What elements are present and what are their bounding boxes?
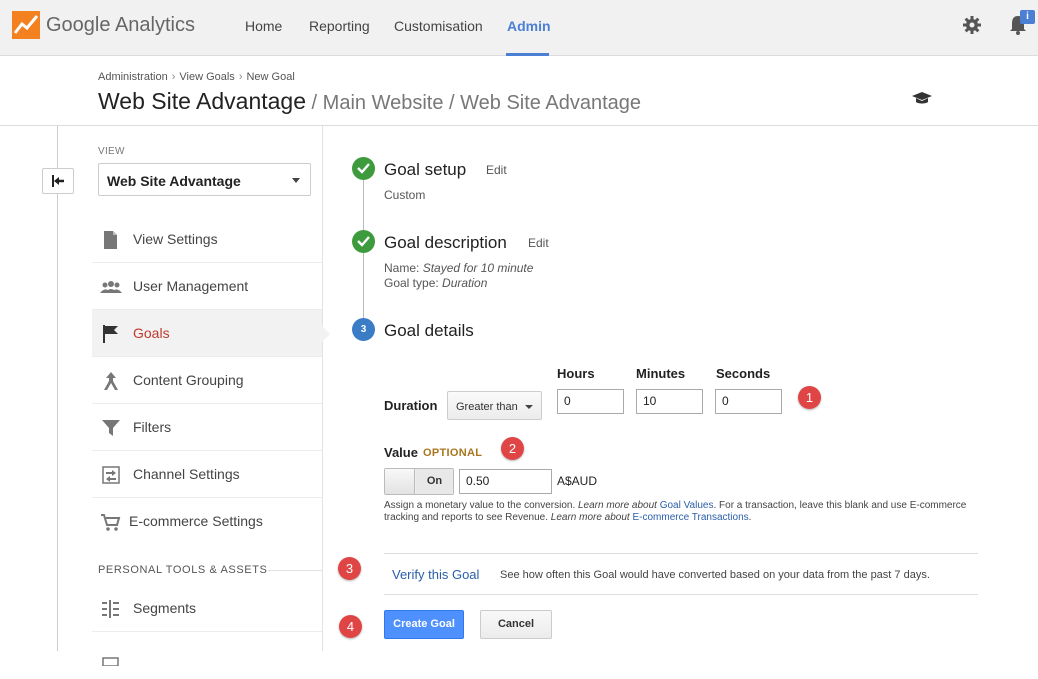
annotation-marker-2: 2 bbox=[501, 437, 524, 460]
section-label-personal-tools: PERSONAL TOOLS & ASSETS bbox=[98, 564, 268, 576]
create-goal-button[interactable]: Create Goal bbox=[384, 610, 464, 639]
sidebar-item-ecommerce-settings[interactable]: E-commerce Settings bbox=[92, 498, 322, 545]
top-bar: Google Analytics Home Reporting Customis… bbox=[0, 0, 1038, 56]
step-number-badge: 3 bbox=[352, 318, 375, 341]
back-button[interactable] bbox=[42, 168, 74, 194]
divider bbox=[384, 594, 978, 595]
sidebar-item-filters[interactable]: Filters bbox=[92, 404, 322, 451]
hours-label: Hours bbox=[557, 366, 595, 381]
ecommerce-transactions-link[interactable]: E-commerce Transactions bbox=[632, 512, 748, 523]
users-icon bbox=[100, 281, 122, 293]
verify-goal-description: See how often this Goal would have conve… bbox=[500, 569, 930, 581]
nav-home[interactable]: Home bbox=[245, 18, 282, 34]
breadcrumb: Administration › View Goals › New Goal bbox=[98, 71, 295, 83]
value-amount-input[interactable]: 0.50 bbox=[459, 469, 552, 494]
annotation-icon bbox=[102, 657, 119, 666]
goal-setup-edit-link[interactable]: Edit bbox=[486, 163, 507, 177]
divider bbox=[384, 553, 978, 554]
sidebar-item-segments[interactable]: Segments bbox=[92, 585, 322, 632]
value-optional-tag: OPTIONAL bbox=[423, 447, 483, 459]
sidebar-item-content-grouping[interactable]: Content Grouping bbox=[92, 357, 322, 404]
section-divider bbox=[268, 570, 322, 571]
sidebar-item-view-settings[interactable]: View Settings bbox=[92, 216, 322, 263]
sidebar-item-channel-settings[interactable]: Channel Settings bbox=[92, 451, 322, 498]
goal-description-edit-link[interactable]: Edit bbox=[528, 236, 549, 250]
google-analytics-logo-icon[interactable] bbox=[12, 11, 40, 39]
goal-name-line: Name: Stayed for 10 minute bbox=[384, 261, 534, 275]
cancel-button[interactable]: Cancel bbox=[480, 610, 552, 639]
duration-label: Duration bbox=[384, 398, 438, 413]
page-title: Web Site Advantage / Main Website / Web … bbox=[98, 88, 641, 114]
nav-customisation[interactable]: Customisation bbox=[394, 18, 483, 34]
brand-name[interactable]: Google Analytics bbox=[46, 14, 195, 37]
sidebar-item-annotations-partial[interactable] bbox=[92, 632, 322, 679]
nav-reporting[interactable]: Reporting bbox=[309, 18, 370, 34]
seconds-input[interactable]: 0 bbox=[715, 389, 782, 414]
gear-icon[interactable] bbox=[962, 15, 982, 35]
caret-down-icon bbox=[525, 405, 533, 409]
timeline-line bbox=[57, 126, 58, 168]
nav-admin[interactable]: Admin bbox=[507, 18, 551, 34]
nav-active-indicator bbox=[506, 53, 549, 56]
breadcrumb-administration[interactable]: Administration bbox=[98, 71, 168, 83]
sidebar-item-goals[interactable]: Goals bbox=[92, 310, 322, 357]
toggle-state: On bbox=[416, 469, 453, 494]
breadcrumb-new-goal: New Goal bbox=[246, 71, 295, 83]
annotation-marker-1: 1 bbox=[798, 386, 821, 409]
step-goal-details-title: Goal details bbox=[384, 321, 474, 340]
step-goal-setup-title: Goal setup bbox=[384, 160, 467, 179]
annotation-marker-4: 4 bbox=[339, 615, 362, 638]
minutes-input[interactable]: 10 bbox=[636, 389, 703, 414]
step-connector bbox=[363, 253, 364, 323]
step-complete-icon bbox=[352, 157, 375, 180]
annotation-marker-3: 3 bbox=[338, 557, 361, 580]
timeline-line bbox=[57, 194, 58, 651]
sidebar-item-user-management[interactable]: User Management bbox=[92, 263, 322, 310]
page-subtitle: / Main Website / Web Site Advantage bbox=[306, 92, 641, 114]
hours-input[interactable]: 0 bbox=[557, 389, 624, 414]
flag-icon bbox=[103, 325, 118, 343]
minutes-label: Minutes bbox=[636, 366, 686, 381]
back-arrow-icon bbox=[52, 175, 64, 187]
goal-values-link[interactable]: Goal Values bbox=[660, 500, 714, 511]
page-header: Administration › View Goals › New Goal Web S… bbox=[0, 57, 1038, 126]
channel-icon bbox=[102, 466, 120, 484]
document-icon bbox=[104, 231, 117, 249]
goal-setup-detail: Custom bbox=[384, 188, 426, 202]
filter-icon bbox=[102, 420, 120, 436]
view-label: VIEW bbox=[98, 146, 125, 157]
duration-comparator-select[interactable]: Greater than bbox=[447, 391, 542, 420]
sidebar-divider bbox=[322, 126, 323, 651]
currency-label: A$AUD bbox=[557, 474, 598, 488]
step-connector bbox=[363, 180, 364, 232]
breadcrumb-view-goals[interactable]: View Goals bbox=[179, 71, 234, 83]
value-toggle[interactable]: On bbox=[384, 468, 454, 495]
notification-badge[interactable]: i bbox=[1020, 10, 1035, 24]
view-select[interactable]: Web Site Advantage bbox=[98, 163, 311, 196]
value-help-text: Assign a monetary value to the conversio… bbox=[384, 500, 967, 523]
academy-cap-icon[interactable] bbox=[911, 90, 933, 106]
step-goal-description-title: Goal description bbox=[384, 233, 507, 252]
step-complete-icon bbox=[352, 230, 375, 253]
content-grouping-icon bbox=[104, 372, 118, 390]
view-select-value: Web Site Advantage bbox=[107, 173, 241, 189]
caret-down-icon bbox=[292, 178, 300, 183]
goal-type-line: Goal type: Duration bbox=[384, 276, 488, 290]
seconds-label: Seconds bbox=[716, 366, 771, 381]
active-item-pointer bbox=[322, 326, 330, 342]
segments-icon bbox=[102, 600, 119, 618]
cart-icon bbox=[101, 514, 121, 531]
verify-goal-link[interactable]: Verify this Goal bbox=[392, 567, 479, 582]
toggle-knob bbox=[385, 469, 415, 494]
value-label: Value bbox=[384, 445, 418, 460]
